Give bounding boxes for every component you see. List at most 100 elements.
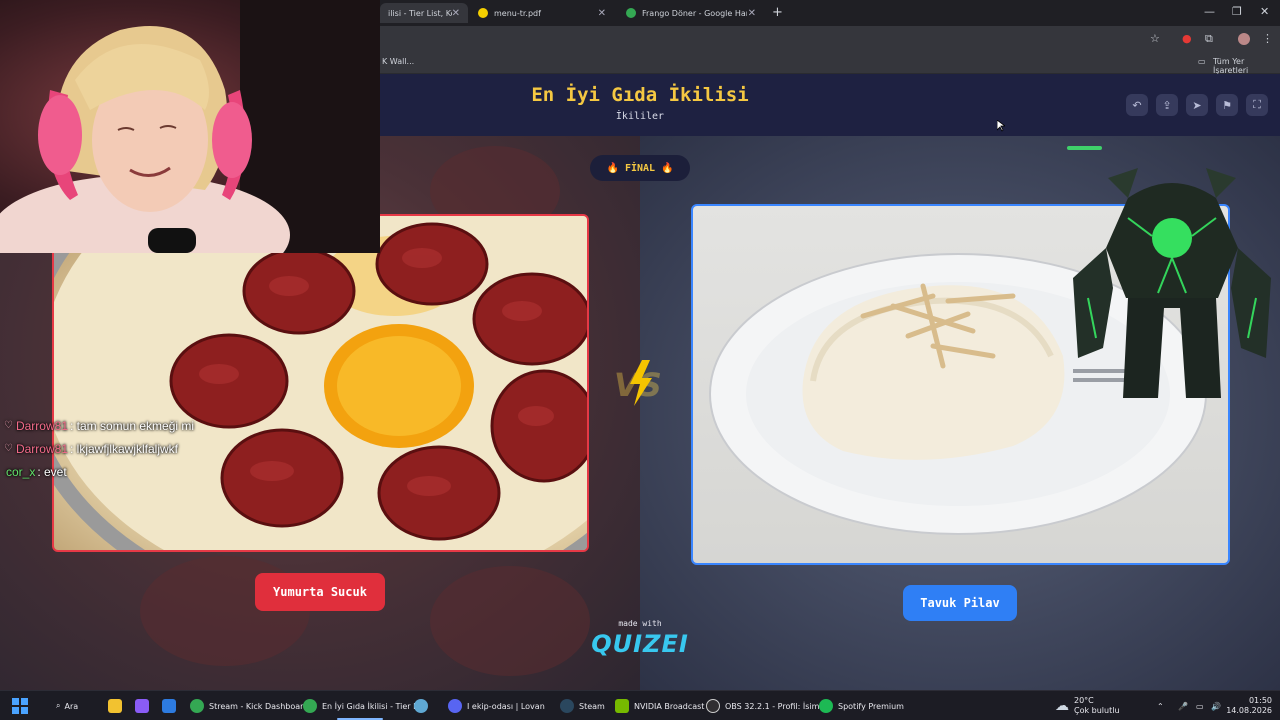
tab-tier-list[interactable]: ilisi - Tier List, Kör ✕ [380, 3, 468, 23]
profile-avatar-icon[interactable] [1238, 33, 1250, 45]
chrome-icon [190, 699, 204, 713]
window-close-icon[interactable]: ✕ [1260, 5, 1269, 18]
network-icon[interactable]: ▭ [1196, 691, 1204, 720]
mouse-cursor-icon [997, 120, 1005, 132]
taskbar-item-quiz[interactable]: En İyi Gıda İkilisi - Tier L [303, 691, 418, 720]
taskbar: ⌕ Ara Stream - Kick Dashboar En İyi Gıda… [0, 690, 1280, 720]
left-option-image[interactable] [52, 214, 589, 552]
obs-icon [706, 699, 720, 713]
send-icon: ➤ [1192, 98, 1202, 112]
new-tab-button[interactable]: + [772, 5, 783, 20]
share-button[interactable]: ⇪ [1156, 94, 1178, 116]
taskbar-item-obs[interactable]: OBS 32.2.1 - Profil: İsims [706, 691, 824, 720]
gear-icon [414, 699, 428, 713]
windows-logo-icon [12, 698, 28, 714]
volume-icon[interactable]: 🔊 [1211, 691, 1221, 720]
heart-icon: ♡ [4, 443, 13, 454]
brand-logo[interactable]: QUIZEI [590, 630, 690, 658]
taskbar-item-spotify[interactable]: Spotify Premium [819, 691, 904, 720]
report-button[interactable]: ⚑ [1216, 94, 1238, 116]
chevron-up-icon[interactable]: ⌃ [1157, 691, 1164, 720]
weather-desc: Çok bulutlu [1074, 706, 1120, 715]
taskbar-item-discord[interactable]: I ekip-odası | Lovan [448, 691, 545, 720]
chat-username: Darrow81 [15, 441, 68, 456]
progress-indicator [1067, 146, 1102, 150]
choose-right-button[interactable]: Tavuk Pilav [903, 585, 1017, 621]
fire-icon: 🔥 [606, 162, 619, 174]
app-icon [135, 699, 149, 713]
spotify-icon [819, 699, 833, 713]
bookmark-item[interactable]: K Wall... [382, 57, 414, 66]
steam-icon [560, 699, 574, 713]
chat-text: : lkjawfjlkawjklfaljwkf [70, 441, 179, 456]
close-icon[interactable]: ✕ [748, 8, 756, 19]
all-bookmarks-link[interactable]: Tüm Yer İşaretleri [1213, 57, 1280, 75]
tab-google-maps[interactable]: Frango Döner - Google Harita ✕ [618, 3, 764, 23]
file-explorer-button[interactable] [108, 691, 127, 720]
fullscreen-button[interactable]: ⛶ [1246, 94, 1268, 116]
cloud-icon: ☁ [1055, 698, 1069, 714]
chat-username: Darrow81 [15, 418, 68, 433]
vs-emblem: VS [614, 360, 662, 406]
taskbar-item-nvidia[interactable]: NVIDIA Broadcast [615, 691, 704, 720]
mail-button[interactable] [162, 691, 181, 720]
screen: ilisi - Tier List, Kör ✕ menu-tr.pdf ✕ F… [0, 0, 1280, 720]
clock-time: 01:50 [1248, 696, 1272, 705]
puzzle-icon[interactable]: ⧉ [1205, 32, 1213, 46]
chat-text: : tam somun ekmeği mi [70, 418, 195, 433]
search-label: Ara [64, 701, 79, 711]
folder-icon [108, 699, 122, 713]
folder-icon: ▭ [1198, 57, 1206, 66]
chat-text: : evet [37, 464, 67, 479]
close-icon[interactable]: ✕ [598, 8, 606, 19]
choose-left-button[interactable]: Yumurta Sucuk [255, 573, 385, 611]
weather-temp: 20°C [1074, 696, 1094, 705]
tab-title: ilisi - Tier List, Kör [388, 8, 452, 18]
send-button[interactable]: ➤ [1186, 94, 1208, 116]
round-badge: 🔥 FİNAL 🔥 [590, 155, 690, 181]
map-pin-icon [626, 8, 636, 18]
fullscreen-icon: ⛶ [1253, 98, 1261, 111]
taskbar-search[interactable]: ⌕ Ara [56, 691, 78, 720]
fire-icon: 🔥 [661, 162, 674, 174]
minimize-icon[interactable]: — [1204, 5, 1215, 18]
chat-username: cor_x [6, 464, 36, 479]
heart-icon: ♡ [4, 420, 13, 431]
tab-menu-pdf[interactable]: menu-tr.pdf ✕ [470, 3, 614, 23]
maximize-icon[interactable]: ❐ [1232, 5, 1242, 18]
chat-message: cor_x : evet [4, 460, 264, 483]
taskbar-item-steam[interactable]: Steam [560, 691, 605, 720]
app-button[interactable] [135, 691, 154, 720]
page-title: En İyi Gıda İkilisi [531, 84, 749, 106]
extension-icon[interactable]: ● [1182, 32, 1192, 45]
undo-button[interactable]: ↶ [1126, 94, 1148, 116]
chrome-icon [303, 699, 317, 713]
flag-icon: ⚑ [1222, 98, 1232, 112]
taskbar-item-label: Steam [579, 701, 605, 711]
taskbar-item-label: Stream - Kick Dashboar [209, 701, 304, 711]
taskbar-item-label: NVIDIA Broadcast [634, 701, 705, 711]
microphone-icon[interactable]: 🎤 [1178, 691, 1188, 720]
start-button[interactable] [12, 691, 28, 720]
taskbar-item-label: I ekip-odası | Lovan [467, 701, 545, 711]
taskbar-item-label: Spotify Premium [838, 701, 904, 711]
round-label: FİNAL [624, 162, 656, 174]
robot-mascot-icon [1073, 168, 1271, 398]
tab-title: menu-tr.pdf [494, 8, 541, 18]
clock-date: 14.08.2026 [1226, 706, 1272, 715]
star-icon[interactable]: ☆ [1150, 32, 1160, 45]
taskbar-app-button[interactable] [414, 691, 433, 720]
discord-icon [448, 699, 462, 713]
menu-dots-icon[interactable]: ⋮ [1262, 32, 1273, 45]
taskbar-item-kick[interactable]: Stream - Kick Dashboar [190, 691, 303, 720]
close-icon[interactable]: ✕ [452, 8, 460, 19]
streamer-video-illustration [0, 0, 380, 253]
weather-widget[interactable]: ☁ 20°C Çok bulutlu [1055, 691, 1120, 720]
pdf-favicon-icon [478, 8, 488, 18]
taskbar-item-label: OBS 32.2.1 - Profil: İsims [725, 701, 824, 711]
clock[interactable]: 01:50 14.08.2026 [1226, 691, 1272, 720]
made-with-label: made with [618, 619, 662, 628]
page-subtitle: İkililer [615, 111, 665, 122]
search-icon: ⌕ [56, 701, 61, 710]
taskbar-item-label: En İyi Gıda İkilisi - Tier L [322, 701, 418, 711]
